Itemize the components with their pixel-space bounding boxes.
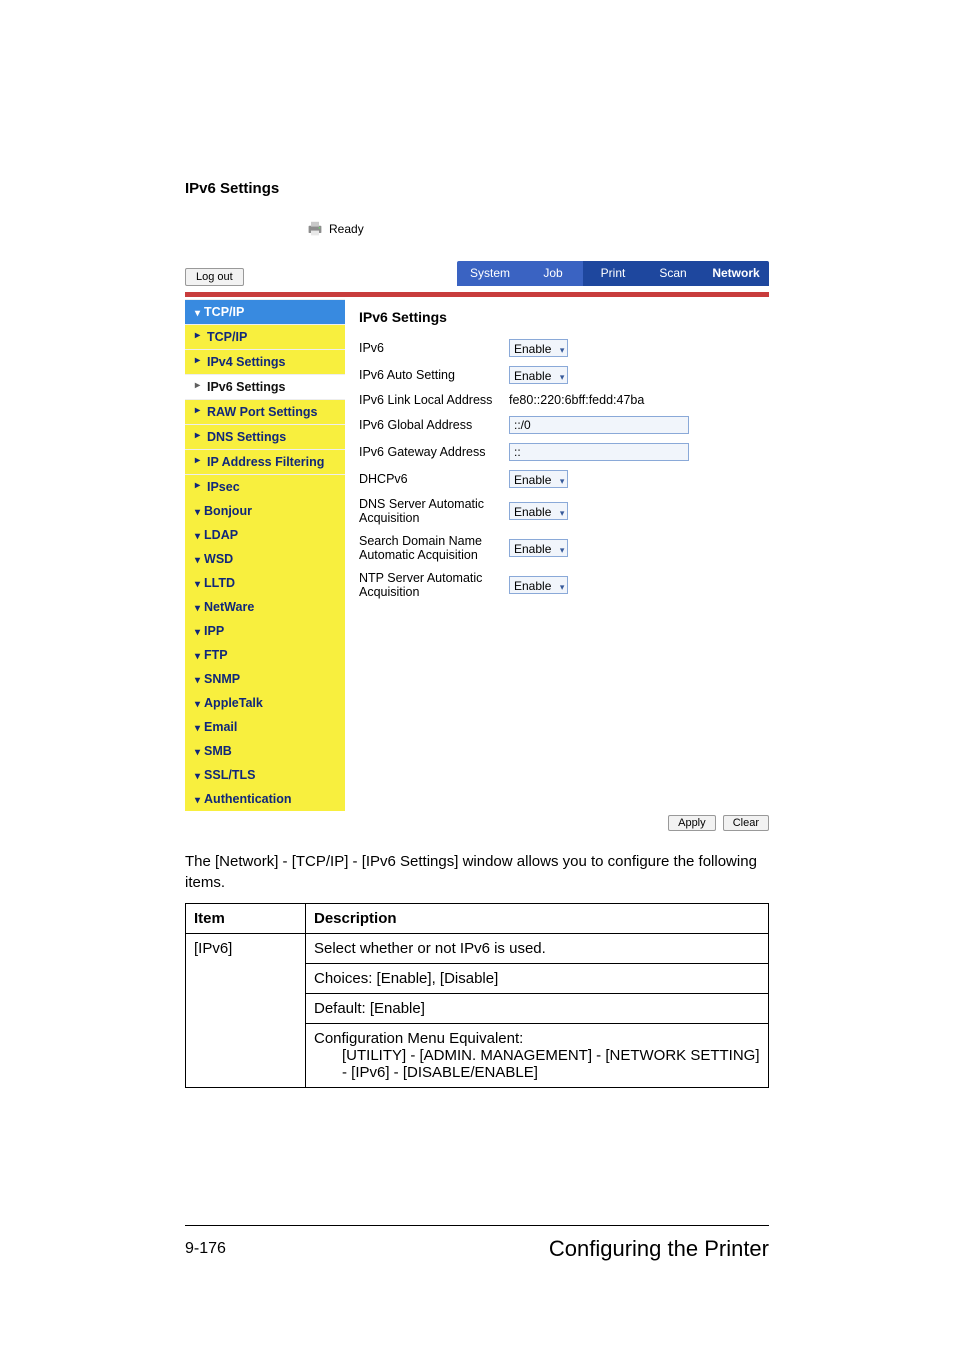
page-number: 9-176	[185, 1240, 226, 1258]
clear-button[interactable]: Clear	[723, 815, 769, 831]
apply-button[interactable]: Apply	[668, 815, 716, 831]
sidebar-group-tcpip-top[interactable]: TCP/IP	[185, 299, 345, 324]
menu-equiv-label: Configuration Menu Equivalent:	[314, 1030, 523, 1047]
sidebar-group-ldap[interactable]: LDAP	[185, 523, 345, 547]
tab-system[interactable]: System	[457, 261, 523, 286]
tab-print[interactable]: Print	[583, 261, 643, 286]
sidebar-item-ip-filter[interactable]: IP Address Filtering	[185, 449, 345, 474]
sidebar-item-ipv6[interactable]: IPv6 Settings	[185, 374, 345, 399]
td-item-ipv6: [IPv6]	[186, 934, 306, 1088]
select-dhcpv6[interactable]: Enable	[509, 470, 568, 488]
label-link-local: IPv6 Link Local Address	[359, 393, 509, 407]
sidebar-item-ipsec[interactable]: IPsec	[185, 474, 345, 499]
input-global-addr[interactable]	[509, 416, 689, 434]
tab-underline	[185, 292, 769, 297]
th-item: Item	[186, 904, 306, 934]
sidebar: TCP/IP TCP/IP IPv4 Settings IPv6 Setting…	[185, 299, 345, 811]
content-pane: IPv6 Settings IPv6 Enable IPv6 Auto Sett…	[345, 299, 769, 618]
sidebar-group-ftp[interactable]: FTP	[185, 643, 345, 667]
sidebar-group-email[interactable]: Email	[185, 715, 345, 739]
label-ipv6: IPv6	[359, 341, 509, 355]
input-gateway-addr[interactable]	[509, 443, 689, 461]
label-ipv6-auto: IPv6 Auto Setting	[359, 368, 509, 382]
select-ntp-auto[interactable]: Enable	[509, 576, 568, 594]
select-search-domain-auto[interactable]: Enable	[509, 539, 568, 557]
sidebar-group-lltd[interactable]: LLTD	[185, 571, 345, 595]
tab-scan[interactable]: Scan	[643, 261, 703, 286]
sidebar-group-ssltls[interactable]: SSL/TLS	[185, 763, 345, 787]
menu-equiv-line-0: [UTILITY] - [ADMIN. MANAGEMENT] - [NETWO…	[314, 1047, 760, 1081]
description-text: The [Network] - [TCP/IP] - [IPv6 Setting…	[185, 851, 769, 893]
sidebar-group-bonjour[interactable]: Bonjour	[185, 499, 345, 523]
footer-title: Configuring the Printer	[549, 1236, 769, 1262]
printer-status-row: Ready	[305, 221, 769, 237]
logout-button[interactable]: Log out	[185, 268, 244, 286]
sidebar-group-appletalk[interactable]: AppleTalk	[185, 691, 345, 715]
value-link-local: fe80::220:6bff:fedd:47ba	[509, 393, 644, 407]
sidebar-group-smb[interactable]: SMB	[185, 739, 345, 763]
sidebar-group-netware[interactable]: NetWare	[185, 595, 345, 619]
td-desc-1: Choices: [Enable], [Disable]	[306, 964, 769, 994]
sidebar-item-dns[interactable]: DNS Settings	[185, 424, 345, 449]
sidebar-group-auth[interactable]: Authentication	[185, 787, 345, 811]
sidebar-group-wsd[interactable]: WSD	[185, 547, 345, 571]
select-ipv6[interactable]: Enable	[509, 339, 568, 357]
tab-job[interactable]: Job	[523, 261, 583, 286]
sidebar-group-snmp[interactable]: SNMP	[185, 667, 345, 691]
footer-divider	[185, 1225, 769, 1226]
td-desc-menu-equiv: Configuration Menu Equivalent: [UTILITY]…	[306, 1024, 769, 1088]
label-dhcpv6: DHCPv6	[359, 472, 509, 486]
sidebar-item-ipv4[interactable]: IPv4 Settings	[185, 349, 345, 374]
select-dns-auto[interactable]: Enable	[509, 502, 568, 520]
content-title: IPv6 Settings	[359, 309, 755, 325]
item-description-table: Item Description [IPv6] Select whether o…	[185, 903, 769, 1088]
section-heading: IPv6 Settings	[185, 180, 769, 197]
sidebar-group-ipp[interactable]: IPP	[185, 619, 345, 643]
label-dns-auto: DNS Server Automatic Acquisition	[359, 497, 509, 525]
select-ipv6-auto[interactable]: Enable	[509, 366, 568, 384]
td-desc-0: Select whether or not IPv6 is used.	[306, 934, 769, 964]
td-desc-2: Default: [Enable]	[306, 994, 769, 1024]
label-ntp-auto: NTP Server Automatic Acquisition	[359, 571, 509, 599]
label-gateway-addr: IPv6 Gateway Address	[359, 445, 509, 459]
label-search-domain-auto: Search Domain Name Automatic Acquisition	[359, 534, 509, 562]
sidebar-item-raw-port[interactable]: RAW Port Settings	[185, 399, 345, 424]
tab-network[interactable]: Network	[703, 261, 769, 286]
printer-status-text: Ready	[329, 222, 364, 236]
tab-bar: System Job Print Scan Network	[457, 261, 769, 286]
label-global-addr: IPv6 Global Address	[359, 418, 509, 432]
printer-icon	[305, 221, 325, 237]
th-description: Description	[306, 904, 769, 934]
sidebar-item-tcpip[interactable]: TCP/IP	[185, 324, 345, 349]
